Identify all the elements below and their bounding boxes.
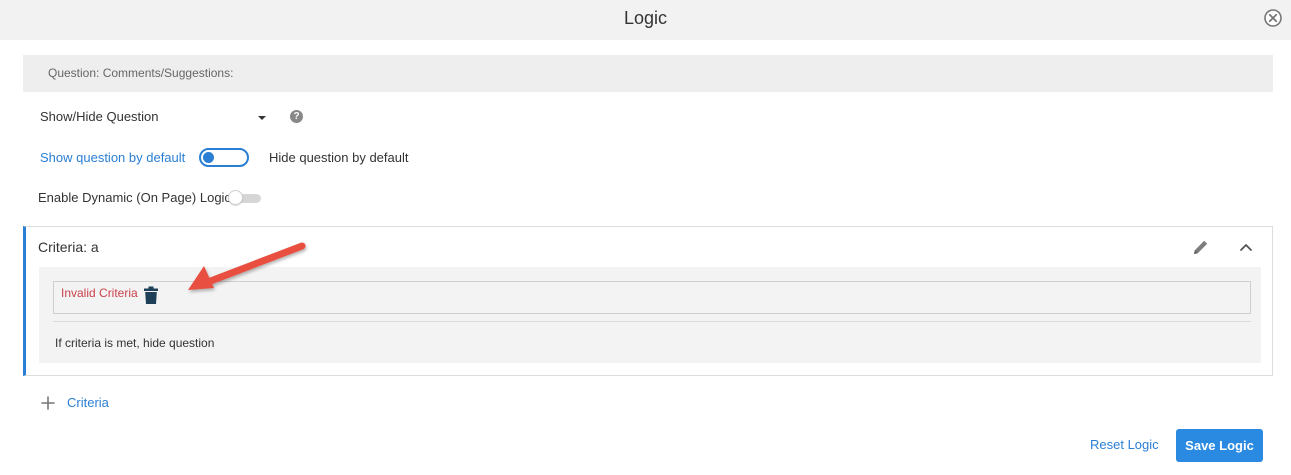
annotation-arrow [188, 242, 306, 290]
toggle-knob [228, 190, 243, 205]
trash-icon [144, 286, 158, 304]
invalid-criteria-text: Invalid Criteria [61, 286, 138, 300]
dialog-title: Logic [623, 8, 668, 28]
dynamic-logic-label: Enable Dynamic (On Page) Logic [38, 190, 231, 205]
show-by-default-label[interactable]: Show question by default [40, 150, 185, 165]
dialog-header: Logic [0, 0, 1291, 40]
hide-by-default-label[interactable]: Hide question by default [269, 150, 408, 165]
collapse-criteria-button[interactable] [1238, 240, 1254, 254]
question-header: Question: Comments/Suggestions: [23, 55, 1273, 92]
help-icon[interactable]: ? [290, 110, 303, 123]
add-criteria-label: Criteria [67, 395, 109, 410]
save-logic-button[interactable]: Save Logic [1176, 429, 1263, 462]
criteria-title: Criteria: a [38, 239, 99, 255]
close-button[interactable] [1263, 8, 1283, 28]
action-select[interactable]: Show/Hide Question [40, 109, 270, 127]
criteria-divider [53, 321, 1251, 322]
pencil-icon [1194, 240, 1208, 254]
question-label: Question: Comments/Suggestions: [48, 66, 234, 80]
plus-icon [41, 396, 55, 410]
delete-criteria-button[interactable] [144, 286, 158, 304]
criteria-result-text: If criteria is met, hide question [55, 336, 215, 350]
edit-criteria-button[interactable] [1192, 238, 1210, 256]
action-select-value: Show/Hide Question [40, 109, 159, 124]
reset-logic-link[interactable]: Reset Logic [1090, 437, 1159, 452]
close-icon [1264, 9, 1282, 27]
dynamic-logic-toggle[interactable] [228, 190, 261, 205]
chevron-down-icon [258, 116, 266, 120]
chevron-up-icon [1240, 244, 1252, 251]
default-visibility-toggle[interactable] [199, 148, 249, 167]
toggle-knob [203, 152, 214, 163]
